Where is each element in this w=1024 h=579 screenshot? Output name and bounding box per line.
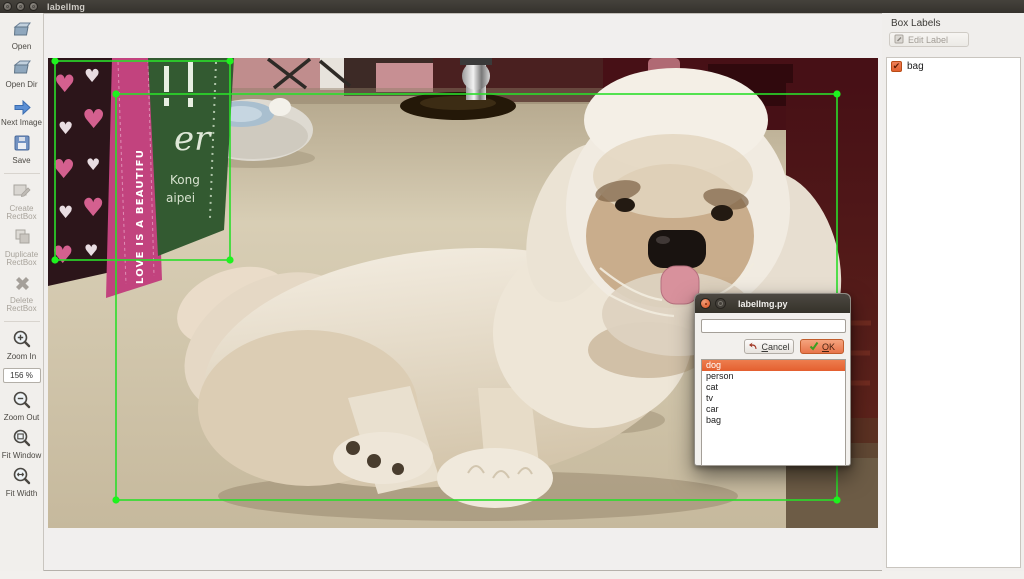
green-bag-text-kong: Kong <box>170 173 200 187</box>
duplicate-rectbox-button[interactable]: Duplicate RectBox <box>0 226 44 267</box>
fit-width-button[interactable]: Fit Width <box>0 465 44 498</box>
create-rectbox-icon <box>11 180 33 202</box>
open-folder-icon <box>11 18 33 40</box>
delete-rectbox-button[interactable]: Delete RectBox <box>0 272 44 313</box>
label-option-tv[interactable]: tv <box>702 393 845 404</box>
open-dir-button[interactable]: Open Dir <box>0 56 44 89</box>
svg-text:♥: ♥ <box>58 203 73 223</box>
open-dir-label: Open Dir <box>0 81 44 89</box>
edit-label-text: Edit Label <box>908 35 948 45</box>
svg-text:♥: ♥ <box>82 105 105 135</box>
fit-width-icon <box>11 465 33 487</box>
window-titlebar: labelImg <box>0 0 1024 13</box>
box-resize-handle[interactable] <box>833 90 840 97</box>
ok-button[interactable]: OK <box>800 339 844 354</box>
window-minimize-button[interactable] <box>16 2 25 11</box>
label-option-dog[interactable]: dog <box>702 360 845 371</box>
svg-text:♥: ♥ <box>82 193 104 222</box>
window-maximize-button[interactable] <box>29 2 38 11</box>
duplicate-rectbox-label: Duplicate RectBox <box>0 251 44 267</box>
label-text-input[interactable] <box>701 319 846 333</box>
green-bag-text-er: er <box>174 119 212 159</box>
open-label: Open <box>0 43 44 51</box>
zoom-in-label: Zoom In <box>0 353 44 361</box>
cancel-button[interactable]: Cancel <box>744 339 794 354</box>
toolbar-separator <box>4 173 40 174</box>
label-option-car[interactable]: car <box>702 404 845 415</box>
save-button[interactable]: Save <box>0 132 44 165</box>
box-resize-handle[interactable] <box>112 496 119 503</box>
labelimg-window: { "window": { "title": "labelImg" }, "to… <box>0 0 1024 579</box>
zoom-in-icon <box>11 328 33 350</box>
box-resize-handle[interactable] <box>112 90 119 97</box>
box-labels-title: Box Labels <box>891 18 1024 29</box>
edit-label-button[interactable]: Edit Label <box>889 32 969 47</box>
delete-rectbox-label: Delete RectBox <box>0 297 44 313</box>
create-rectbox-label: Create RectBox <box>0 205 44 221</box>
box-resize-handle[interactable] <box>226 256 233 263</box>
label-choice-list[interactable]: dog person cat tv car bag <box>701 359 846 466</box>
image-canvas[interactable]: ♥ ♥ ♥ ♥ ♥ ♥ ♥ ♥ ♥ ♥ LOVE IS A BEAUTIFU e… <box>44 13 882 571</box>
box-labels-list[interactable]: ✔ bag <box>886 57 1021 568</box>
box-label-row-bag[interactable]: ✔ bag <box>887 58 1020 75</box>
next-arrow-icon <box>11 94 33 116</box>
label-dialog: labelImg.py Cancel OK dog person cat tv … <box>694 293 851 466</box>
next-image-button[interactable]: Next Image <box>0 94 44 127</box>
duplicate-rectbox-icon <box>11 226 33 248</box>
window-close-button[interactable] <box>3 2 12 11</box>
edit-label-icon <box>894 34 904 46</box>
open-dir-folder-icon <box>11 56 33 78</box>
dialog-close-button[interactable] <box>700 298 711 309</box>
left-toolbar: Open Open Dir Next Image Save Create Rec… <box>0 13 44 571</box>
svg-text:♥: ♥ <box>84 241 98 260</box>
dialog-maximize-button[interactable] <box>715 298 726 309</box>
svg-text:♥: ♥ <box>58 119 73 139</box>
create-rectbox-button[interactable]: Create RectBox <box>0 180 44 221</box>
svg-text:♥: ♥ <box>54 70 76 98</box>
save-floppy-icon <box>11 132 33 154</box>
pink-bag-text: LOVE IS A BEAUTIFU <box>135 149 146 284</box>
zoom-out-icon <box>11 389 33 411</box>
dialog-titlebar[interactable]: labelImg.py <box>695 294 850 313</box>
svg-text:♥: ♥ <box>86 155 100 174</box>
green-bag-text-aipei: aipei <box>166 191 195 205</box>
zoom-percent-input[interactable] <box>3 368 41 383</box>
label-option-cat[interactable]: cat <box>702 382 845 393</box>
cancel-undo-icon <box>748 341 758 353</box>
svg-text:♥: ♥ <box>84 66 100 87</box>
zoom-out-label: Zoom Out <box>0 414 44 422</box>
toolbar-separator <box>4 321 40 322</box>
save-label: Save <box>0 157 44 165</box>
fit-window-label: Fit Window <box>0 452 44 460</box>
fit-width-label: Fit Width <box>0 490 44 498</box>
ok-check-icon <box>809 341 819 353</box>
box-labels-panel: Box Labels Edit Label ✔ bag <box>883 13 1024 571</box>
zoom-out-button[interactable]: Zoom Out <box>0 389 44 422</box>
box-resize-handle[interactable] <box>833 496 840 503</box>
dialog-body: Cancel OK dog person cat tv car bag <box>695 313 850 472</box>
delete-x-icon <box>11 272 33 294</box>
status-bar <box>0 571 1024 579</box>
zoom-in-button[interactable]: Zoom In <box>0 328 44 361</box>
box-resize-handle[interactable] <box>51 256 58 263</box>
box-label-text: bag <box>907 61 924 72</box>
window-title: labelImg <box>47 2 85 12</box>
label-option-bag[interactable]: bag <box>702 415 845 426</box>
fit-window-button[interactable]: Fit Window <box>0 427 44 460</box>
dialog-title: labelImg.py <box>738 299 788 309</box>
next-image-label: Next Image <box>0 119 44 127</box>
checked-checkbox-icon[interactable]: ✔ <box>891 61 902 72</box>
dialog-buttons: Cancel OK <box>701 339 844 354</box>
fit-window-icon <box>11 427 33 449</box>
open-button[interactable]: Open <box>0 18 44 51</box>
label-option-person[interactable]: person <box>702 371 845 382</box>
